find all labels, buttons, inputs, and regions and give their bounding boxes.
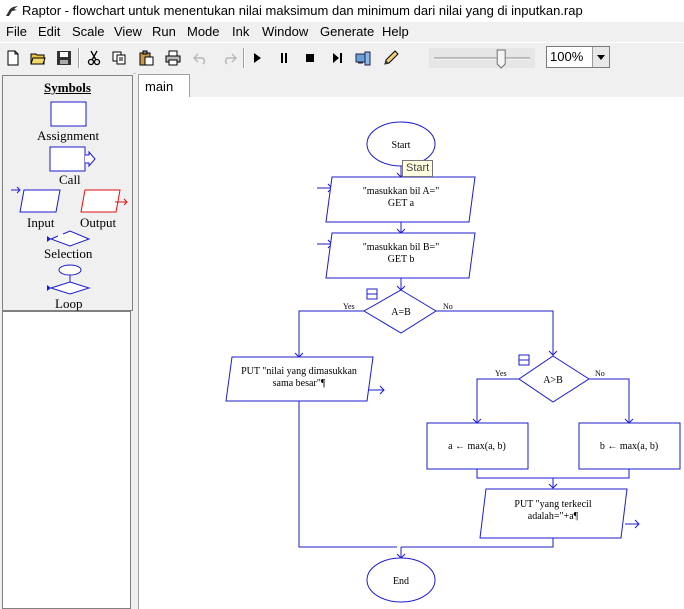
new-file-icon[interactable] (2, 47, 24, 69)
flowchart-start-label: Start (392, 140, 411, 151)
tab-main-label: main (145, 79, 174, 94)
assignment-symbol-icon[interactable] (50, 101, 87, 127)
zoom-value: 100% (550, 49, 584, 64)
loop-label: Loop (55, 296, 83, 311)
copy-icon[interactable] (108, 47, 130, 69)
call-symbol-icon[interactable] (49, 146, 86, 172)
speed-slider[interactable] (428, 47, 536, 69)
paste-icon[interactable] (135, 47, 157, 69)
assignment-label: Assignment (37, 128, 100, 143)
flowchart-output-smallest-line1: PUT "yang terkecil (514, 499, 591, 510)
input-label: Input (27, 215, 55, 230)
tab-strip: main (136, 73, 684, 97)
step-icon[interactable] (326, 47, 348, 69)
flowchart-selection-a-greater-b-label: A>B (543, 375, 563, 386)
menu-view[interactable]: View (114, 24, 142, 39)
menu-mode[interactable]: Mode (187, 24, 220, 39)
flowchart-output-smallest-line2: adalah="+a¶ (528, 511, 579, 522)
stop-icon[interactable] (299, 47, 321, 69)
tooltip: Start (402, 160, 434, 177)
redo-icon[interactable] (218, 47, 240, 69)
undo-icon[interactable] (190, 47, 212, 69)
flowchart-input-b-prompt: "masukkan bil B=" (363, 242, 440, 253)
flowchart-input-a-prompt: "masukkan bil A=" (363, 186, 440, 197)
pen-icon[interactable] (380, 47, 402, 69)
loop-symbol-icon[interactable] (58, 264, 82, 276)
menu-help[interactable]: Help (382, 24, 409, 39)
flowchart-yes-label: Yes (343, 302, 355, 311)
flowchart-selection-a-equals-b-label: A=B (391, 307, 411, 318)
flowchart-assign-left-label: a ← max(a, b) (448, 441, 506, 452)
flowchart-assign-right-label: b ← max(a, b) (600, 441, 658, 452)
input-arrow-icon (11, 186, 21, 194)
pause-icon[interactable] (273, 47, 295, 69)
flowchart-input-a-get: GET a (388, 198, 415, 209)
flowchart-yes-label: Yes (495, 369, 507, 378)
call-label: Call (59, 172, 81, 187)
menu-ink[interactable]: Ink (232, 24, 249, 39)
flowchart-end-label: End (393, 576, 409, 587)
zoom-select[interactable]: 100% (546, 46, 610, 68)
chevron-down-icon[interactable] (592, 47, 609, 67)
menu-run[interactable]: Run (152, 24, 176, 39)
selection-label: Selection (44, 246, 93, 261)
menu-window[interactable]: Window (262, 24, 308, 39)
symbols-palette: Symbols Assignment Call Input Output Sel… (2, 75, 133, 311)
menu-scale[interactable]: Scale (72, 24, 105, 39)
print-icon[interactable] (162, 47, 184, 69)
input-symbol-icon[interactable] (19, 189, 61, 213)
menu-generate[interactable]: Generate (320, 24, 374, 39)
open-folder-icon[interactable] (27, 47, 49, 69)
title-bar: Raptor - flowchart untuk menentukan nila… (0, 0, 684, 23)
save-icon[interactable] (53, 47, 75, 69)
menu-file[interactable]: File (6, 24, 27, 39)
flowchart-output-equal-line2: sama besar"¶ (273, 378, 326, 389)
flowchart-no-label: No (443, 302, 453, 311)
call-arrow-icon (85, 150, 96, 168)
play-icon[interactable] (246, 47, 268, 69)
flowchart-no-label: No (595, 369, 605, 378)
window-title: Raptor - flowchart untuk menentukan nila… (22, 3, 583, 18)
flowchart-input-b-get: GET b (388, 254, 415, 265)
menu-bar: File Edit Scale View Run Mode Ink Window… (0, 22, 684, 42)
variables-list[interactable] (2, 311, 131, 609)
test-server-icon[interactable] (352, 47, 374, 69)
tab-main[interactable]: main (138, 74, 190, 97)
raptor-app-icon (6, 6, 18, 16)
flowchart-output-equal-line1: PUT "nilai yang dimasukkan (241, 366, 357, 377)
toolbar-separator (243, 48, 245, 68)
menu-edit[interactable]: Edit (38, 24, 60, 39)
symbols-panel: Symbols Assignment Call Input Output Sel… (0, 73, 133, 609)
cut-icon[interactable] (83, 47, 105, 69)
speed-slider-thumb[interactable] (496, 49, 506, 69)
toolbar-separator (78, 48, 80, 68)
output-label: Output (80, 215, 117, 230)
output-symbol-icon[interactable] (80, 189, 121, 213)
selection-symbol-icon[interactable] (49, 230, 91, 247)
